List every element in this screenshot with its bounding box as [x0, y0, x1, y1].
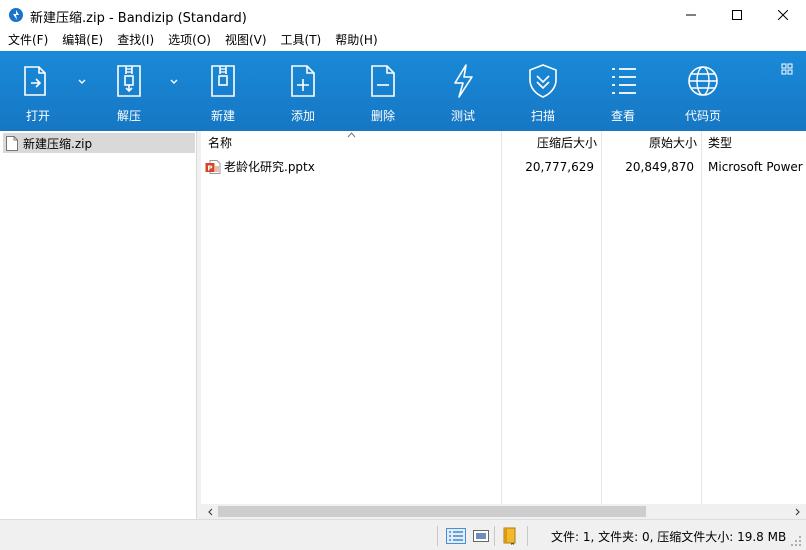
test-button[interactable]: 测试: [439, 51, 487, 131]
codepage-label: 代码页: [684, 109, 721, 123]
add-file-icon: [291, 65, 315, 97]
column-divider: [601, 131, 602, 504]
view-button[interactable]: 查看: [599, 51, 647, 131]
svg-text:P: P: [207, 165, 212, 173]
open-button[interactable]: 打开: [14, 51, 62, 131]
row-packed-size: 20,777,629: [525, 160, 594, 174]
column-header-packed-size[interactable]: 压缩后大小: [501, 131, 597, 155]
shield-icon: [529, 64, 557, 98]
row-original-size: 20,849,870: [625, 160, 694, 174]
maximize-icon: [732, 10, 742, 20]
open-archive-icon: [24, 66, 46, 96]
delete-file-icon: [371, 65, 395, 97]
layout-grid-icon[interactable]: [781, 63, 793, 75]
scan-button[interactable]: 扫描: [519, 51, 567, 131]
status-divider: [494, 526, 495, 546]
file-list-panel: 名称 压缩后大小 原始大小 类型 P 老龄化研究.pptx 20,777,629…: [201, 131, 806, 519]
new-archive-button[interactable]: 新建: [199, 51, 247, 131]
close-icon: [778, 10, 788, 20]
list-view-icon: [612, 68, 636, 94]
resize-grip-icon[interactable]: [790, 535, 802, 547]
menu-options[interactable]: 选项(O): [161, 30, 218, 51]
scan-label: 扫描: [530, 109, 555, 123]
delete-label: 删除: [370, 109, 395, 123]
delete-button[interactable]: 删除: [359, 51, 407, 131]
status-summary: 文件: 1, 文件夹: 0, 压缩文件大小: 19.8 MB: [551, 530, 787, 544]
menu-tools[interactable]: 工具(T): [274, 30, 329, 51]
column-divider: [501, 131, 502, 504]
menu-help[interactable]: 帮助(H): [328, 30, 384, 51]
status-divider: [527, 526, 528, 546]
file-icon: [6, 135, 18, 151]
status-divider: [437, 526, 438, 546]
new-archive-label: 新建: [210, 109, 235, 123]
menu-view[interactable]: 视图(V): [218, 30, 274, 51]
sort-ascending-icon: [347, 132, 356, 138]
details-view-icon[interactable]: [446, 528, 466, 544]
extract-button[interactable]: 解压: [105, 51, 153, 131]
bandizip-app-icon: [9, 8, 23, 22]
menu-edit[interactable]: 编辑(E): [55, 30, 110, 51]
table-row[interactable]: P 老龄化研究.pptx 20,777,629 20,849,870 Micro…: [201, 157, 806, 177]
list-header: 名称 压缩后大小 原始大小 类型: [201, 131, 806, 155]
status-bar: 文件: 1, 文件夹: 0, 压缩文件大小: 19.8 MB: [0, 519, 806, 550]
scrollbar-thumb[interactable]: [218, 506, 646, 517]
folder-tree-panel: 新建压缩.zip: [0, 131, 197, 519]
column-divider: [701, 131, 702, 504]
extract-label: 解压: [116, 109, 141, 123]
row-name: 老龄化研究.pptx: [224, 160, 315, 174]
scroll-right-button[interactable]: [789, 504, 806, 519]
extract-zipper-icon: [117, 65, 141, 97]
globe-icon: [688, 66, 718, 96]
maximize-button[interactable]: [714, 0, 760, 30]
lightning-icon: [454, 64, 473, 98]
view-label: 查看: [610, 109, 635, 123]
add-button[interactable]: 添加: [279, 51, 327, 131]
chevron-left-icon: [207, 508, 212, 515]
scroll-left-button[interactable]: [201, 504, 218, 519]
title-bar: 新建压缩.zip - Bandizip (Standard): [0, 0, 806, 30]
window-title: 新建压缩.zip - Bandizip (Standard): [30, 11, 247, 26]
thumbnail-view-icon[interactable]: [472, 528, 490, 544]
test-label: 测试: [450, 109, 475, 123]
horizontal-scrollbar[interactable]: [201, 504, 806, 519]
column-header-original-size[interactable]: 原始大小: [601, 131, 697, 155]
close-button[interactable]: [760, 0, 806, 30]
book-icon[interactable]: [502, 527, 518, 545]
codepage-button[interactable]: 代码页: [679, 51, 727, 131]
powerpoint-file-icon: P: [205, 160, 221, 174]
new-archive-icon: [211, 65, 235, 97]
toolbar: 打开 解压 新建 添加 删除 测试 扫描 查看 代码页: [0, 51, 806, 131]
chevron-right-icon: [795, 508, 800, 515]
minimize-icon: [686, 14, 696, 16]
menu-file[interactable]: 文件(F): [0, 30, 55, 51]
row-type: Microsoft Power: [708, 160, 803, 174]
add-label: 添加: [290, 109, 315, 123]
menu-find[interactable]: 查找(I): [110, 30, 161, 51]
open-label: 打开: [25, 109, 50, 123]
tree-item-archive[interactable]: 新建压缩.zip: [3, 133, 195, 153]
column-header-type[interactable]: 类型: [708, 131, 806, 155]
minimize-button[interactable]: [668, 0, 714, 30]
extract-dropdown-chevron-icon[interactable]: [169, 77, 179, 87]
open-dropdown-chevron-icon[interactable]: [77, 77, 87, 87]
menu-bar: 文件(F) 编辑(E) 查找(I) 选项(O) 视图(V) 工具(T) 帮助(H…: [0, 30, 806, 51]
tree-item-label: 新建压缩.zip: [23, 136, 93, 151]
